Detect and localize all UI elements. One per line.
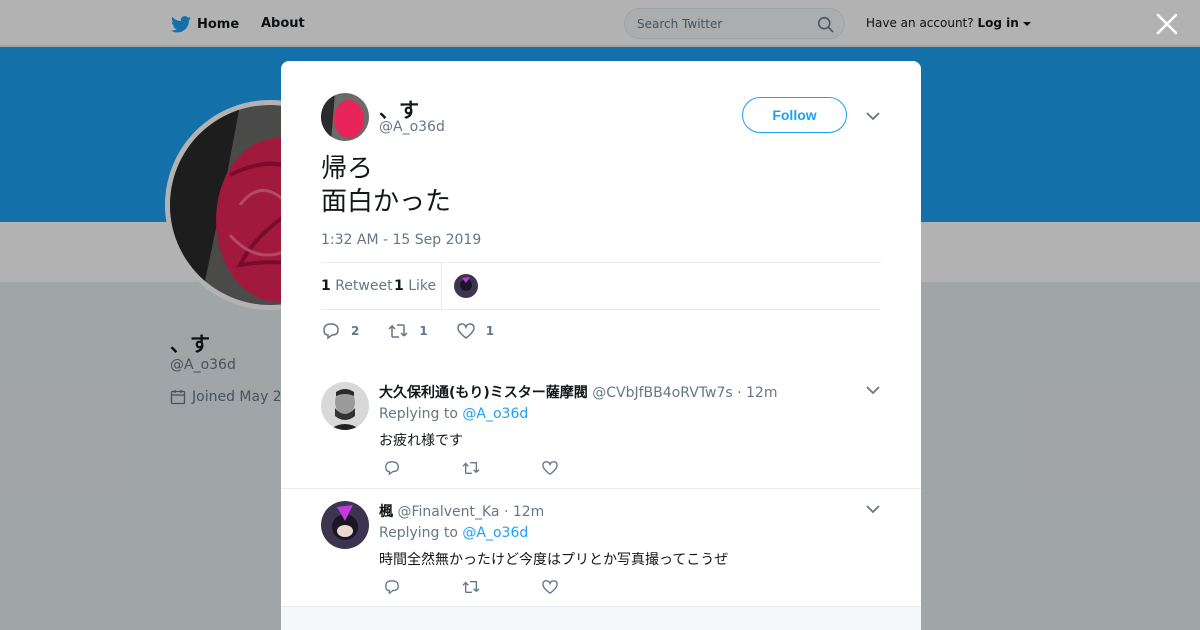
heart-icon (456, 323, 475, 339)
retweet-action-count: 1 (419, 324, 428, 338)
reply-author-handle[interactable]: @CVbJfBB4oRVTw7s (592, 385, 732, 401)
reply-item[interactable]: 大久保利通(もり)ミスター薩摩閥 @CVbJfBB4oRVTw7s · 12m … (281, 370, 921, 489)
reply-author-handle[interactable]: @Finalvent_Ka (397, 504, 499, 520)
like-action[interactable]: 1 (456, 322, 494, 340)
reply-action[interactable]: 2 (321, 322, 359, 340)
tweet-author-avatar[interactable] (321, 93, 369, 141)
reply-header: 大久保利通(もり)ミスター薩摩閥 @CVbJfBB4oRVTw7s · 12m (379, 382, 777, 402)
reply-author-name[interactable]: 大久保利通(もり)ミスター薩摩閥 (379, 385, 588, 401)
replying-to: Replying to @A_o36d (379, 406, 528, 422)
like-action-count: 1 (485, 324, 495, 338)
tweet-timestamp[interactable]: 1:32 AM - 15 Sep 2019 (321, 232, 481, 248)
follow-button[interactable]: Follow (742, 97, 847, 133)
retweet-icon[interactable] (461, 460, 481, 476)
reply-text: 時間全然無かったけど今度はプリとか写真撮ってこうぜ (379, 552, 729, 568)
reply-actions (383, 579, 559, 595)
tweet-text: 帰ろ 面白かった (321, 154, 452, 217)
reply-icon[interactable] (383, 579, 401, 595)
close-icon[interactable] (1155, 12, 1179, 36)
retweet-icon (388, 324, 408, 338)
retweet-stat-label: Retweet (335, 278, 393, 294)
tweet-modal: 、す @A_o36d Follow 帰ろ 面白かった 1:32 AM - 15 … (281, 61, 921, 630)
like-count: 1 (394, 278, 404, 294)
reply-actions (383, 460, 559, 476)
reply-time[interactable]: · 12m (504, 504, 544, 520)
tweet-actions: 2 1 1 (321, 320, 522, 342)
reply-time[interactable]: · 12m (737, 385, 777, 401)
replying-to-prefix: Replying to (379, 525, 458, 541)
retweet-icon[interactable] (461, 579, 481, 595)
reply-header: 楓 @Finalvent_Ka · 12m (379, 501, 544, 521)
replying-to-handle[interactable]: @A_o36d (462, 525, 528, 541)
retweet-action[interactable]: 1 (387, 322, 428, 340)
reply-icon (323, 323, 339, 340)
liker-avatar[interactable] (454, 274, 478, 298)
heart-icon[interactable] (541, 460, 559, 476)
like-stat-label: Like (408, 278, 437, 294)
reply-item[interactable]: 楓 @Finalvent_Ka · 12m Replying to @A_o36… (281, 488, 921, 606)
stats-divider (441, 263, 442, 309)
replying-to-handle[interactable]: @A_o36d (462, 406, 528, 422)
reply-avatar[interactable] (321, 501, 369, 549)
reply-icon[interactable] (383, 460, 401, 476)
reply-text: お疲れ様です (379, 433, 463, 449)
replying-to-prefix: Replying to (379, 406, 458, 422)
heart-icon[interactable] (541, 579, 559, 595)
replying-to: Replying to @A_o36d (379, 525, 528, 541)
reply-author-name[interactable]: 楓 (379, 504, 393, 520)
reply-count: 2 (351, 324, 360, 338)
reply-avatar[interactable] (321, 382, 369, 430)
chevron-down-icon[interactable] (865, 501, 881, 517)
retweet-stat[interactable]: 1 Retweet (321, 278, 393, 294)
retweet-count: 1 (321, 278, 331, 294)
tweet-stats: 1 Retweet 1 Like (321, 262, 881, 310)
modal-footer (281, 606, 921, 630)
chevron-down-icon[interactable] (865, 382, 881, 398)
chevron-down-icon[interactable] (865, 108, 881, 124)
tweet-author-handle[interactable]: @A_o36d (379, 119, 445, 135)
like-stat[interactable]: 1 Like (394, 278, 436, 294)
